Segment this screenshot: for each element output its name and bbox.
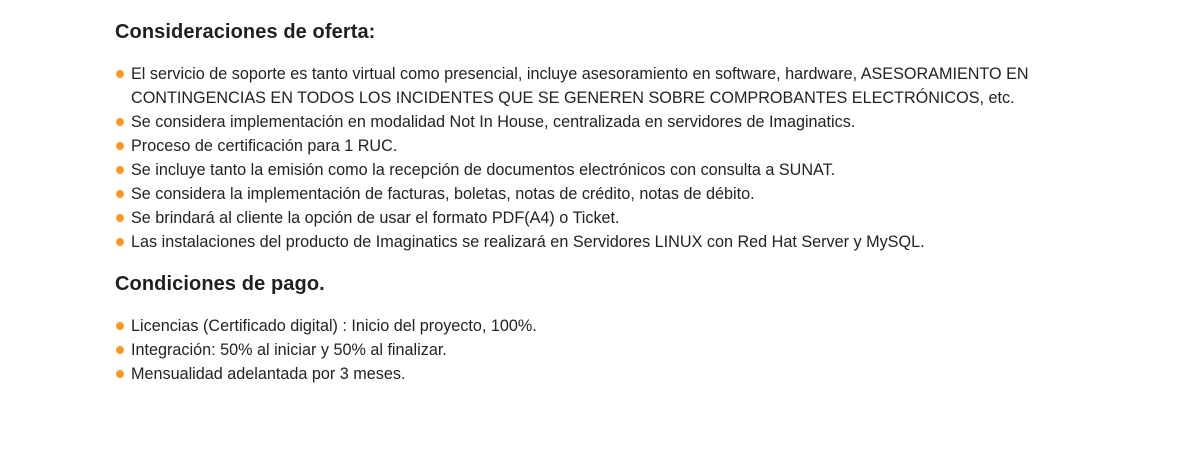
payment-conditions-list: Licencias (Certificado digital) : Inicio… (115, 314, 1125, 386)
bullet-dot-icon (116, 142, 124, 150)
list-item-text: Licencias (Certificado digital) : Inicio… (131, 317, 537, 335)
bullet-dot-icon (116, 118, 124, 126)
list-item-text: Se considera implementación en modalidad… (131, 113, 856, 131)
bullet-dot-icon (116, 166, 124, 174)
list-item: El servicio de soporte es tanto virtual … (115, 62, 1125, 110)
list-item-text: Las instalaciones del producto de Imagin… (131, 233, 925, 251)
list-item-text: Se brindará al cliente la opción de usar… (131, 209, 620, 227)
section-title-offer-considerations: Consideraciones de oferta: (115, 21, 376, 43)
list-item: Integración: 50% al iniciar y 50% al fin… (115, 338, 1125, 362)
list-item-text: Se incluye tanto la emisión como la rece… (131, 161, 836, 179)
bullet-dot-icon (116, 214, 124, 222)
document-page: Consideraciones de oferta: El servicio d… (0, 0, 1184, 458)
list-item: Proceso de certificación para 1 RUC. (115, 134, 1125, 158)
list-item-text: El servicio de soporte es tanto virtual … (131, 65, 1029, 107)
list-item: Se brindará al cliente la opción de usar… (115, 206, 1125, 230)
list-item: Se incluye tanto la emisión como la rece… (115, 158, 1125, 182)
list-item: Mensualidad adelantada por 3 meses. (115, 362, 1125, 386)
bullet-dot-icon (116, 322, 124, 330)
list-item: Licencias (Certificado digital) : Inicio… (115, 314, 1125, 338)
bullet-dot-icon (116, 346, 124, 354)
list-item: Se considera la implementación de factur… (115, 182, 1125, 206)
list-item-text: Se considera la implementación de factur… (131, 185, 755, 203)
offer-considerations-list: El servicio de soporte es tanto virtual … (115, 62, 1125, 254)
bullet-dot-icon (116, 190, 124, 198)
section-title-payment-conditions: Condiciones de pago. (115, 273, 325, 295)
list-item-text: Mensualidad adelantada por 3 meses. (131, 365, 406, 383)
bullet-dot-icon (116, 238, 124, 246)
list-item-text: Integración: 50% al iniciar y 50% al fin… (131, 341, 447, 359)
bullet-dot-icon (116, 70, 124, 78)
bullet-dot-icon (116, 370, 124, 378)
list-item: Se considera implementación en modalidad… (115, 110, 1125, 134)
list-item: Las instalaciones del producto de Imagin… (115, 230, 1125, 254)
list-item-text: Proceso de certificación para 1 RUC. (131, 137, 398, 155)
